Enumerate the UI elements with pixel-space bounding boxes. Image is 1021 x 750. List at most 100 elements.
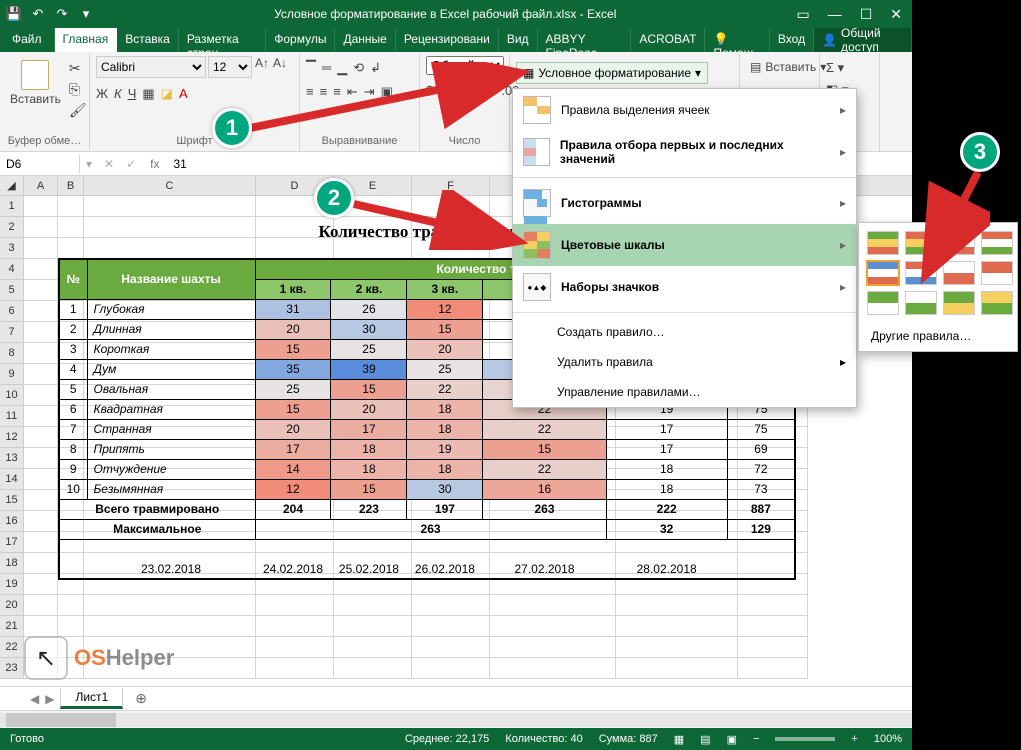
data-cell[interactable]: 22 [483,419,606,439]
data-cell[interactable]: 9 [59,459,87,479]
font-color-icon[interactable]: A [179,86,188,102]
zoom-slider[interactable] [775,737,835,741]
colorscale-option[interactable] [905,231,937,255]
data-cell[interactable]: 12 [255,479,331,499]
row-header[interactable]: 11 [0,406,24,427]
data-cell[interactable]: 17 [331,419,407,439]
data-cell[interactable]: 18 [331,439,407,459]
wrap-icon[interactable]: ↲ [370,60,381,76]
zoom-in-icon[interactable]: + [851,733,857,745]
tab-abbyy[interactable]: ABBYY FineReac [538,28,632,52]
data-cell[interactable]: 18 [331,459,407,479]
tab-home[interactable]: Главная [55,28,118,52]
data-cell[interactable]: 25 [331,339,407,359]
view-normal-icon[interactable]: ▦ [674,733,684,746]
conditional-formatting-button[interactable]: ▦ Условное форматирование ▾ [516,62,708,84]
row-header[interactable]: 10 [0,385,24,406]
autosum-icon[interactable]: Σ ▾ [826,60,873,76]
colorscale-option[interactable] [943,261,975,285]
cf-manage-rules[interactable]: Управление правилами… [513,377,856,407]
row-header[interactable]: 21 [0,616,24,637]
row-header[interactable]: 13 [0,448,24,469]
align-top-icon[interactable]: ▔ [306,60,316,76]
data-cell[interactable]: 6 [59,399,87,419]
data-cell[interactable]: 12 [407,299,483,319]
tab-file[interactable]: Файл [0,28,55,52]
data-cell[interactable]: 18 [407,399,483,419]
colorscale-option[interactable] [943,291,975,315]
colorscale-option[interactable] [905,291,937,315]
font-size-select[interactable]: 12 [208,56,252,78]
data-cell[interactable]: 17 [606,419,727,439]
data-cell[interactable]: 15 [331,479,407,499]
number-format-select[interactable]: Общий [426,56,504,75]
enter-icon[interactable]: ✓ [120,157,142,171]
currency-icon[interactable]: $ [426,83,433,98]
colorscale-option[interactable] [867,231,899,255]
zoom-out-icon[interactable]: − [753,733,759,745]
colorscale-option[interactable] [867,261,899,285]
tab-layout[interactable]: Разметка стран [179,28,266,52]
ribbon-mode-icon[interactable]: ▭ [796,6,809,23]
name-box[interactable]: D6 [0,155,80,173]
colorscale-option[interactable] [981,291,1013,315]
sheet-nav-next-icon[interactable]: ▶ [45,692,54,706]
data-cell[interactable]: 10 [59,479,87,499]
tab-acrobat[interactable]: ACROBAT [631,28,705,52]
data-cell[interactable]: 18 [407,459,483,479]
col-header-F[interactable]: F [412,176,490,195]
row-header[interactable]: 15 [0,490,24,511]
horizontal-scrollbar[interactable] [0,710,912,728]
tab-insert[interactable]: Вставка [117,28,179,52]
data-cell[interactable]: Припять [87,439,255,459]
format-painter-icon[interactable]: 🖌 [69,102,87,119]
cf-top-bottom-rules[interactable]: Правила отбора первых и последних значен… [513,131,856,173]
tab-review[interactable]: Рецензировани [396,28,499,52]
data-cell[interactable]: Безымянная [87,479,255,499]
row-header[interactable]: 9 [0,364,24,385]
fill-color-icon[interactable]: ◪ [161,86,173,102]
data-cell[interactable]: 73 [727,479,795,499]
data-cell[interactable]: 20 [255,319,331,339]
orient-icon[interactable]: ⟲ [353,60,364,76]
insert-cells-button[interactable]: ▤ Вставить ▾ [750,60,809,74]
cf-color-scales[interactable]: Цветовые шкалы▸ [513,224,856,266]
font-name-select[interactable]: Calibri [96,56,206,78]
data-cell[interactable]: 4 [59,359,87,379]
data-cell[interactable]: 15 [331,379,407,399]
data-cell[interactable]: 3 [59,339,87,359]
data-cell[interactable]: 20 [407,339,483,359]
sheet-tab[interactable]: Лист1 [60,688,123,709]
qat-more-icon[interactable]: ▾ [78,6,94,22]
data-cell[interactable]: 30 [407,479,483,499]
tab-formulas[interactable]: Формулы [266,28,335,52]
data-cell[interactable]: 18 [606,479,727,499]
italic-icon[interactable]: К [114,86,122,102]
percent-icon[interactable]: % [439,83,451,98]
row-header[interactable]: 16 [0,511,24,532]
fx-icon[interactable]: fx [142,157,167,171]
data-cell[interactable]: 31 [255,299,331,319]
cancel-icon[interactable]: ✕ [98,157,120,171]
minimize-icon[interactable]: — [828,6,842,23]
new-sheet-icon[interactable]: ⊕ [129,690,153,707]
data-cell[interactable]: Странная [87,419,255,439]
align-left-icon[interactable]: ≡ [306,84,314,100]
zoom-level[interactable]: 100% [874,733,902,745]
cf-new-rule[interactable]: Создать правило… [513,317,856,347]
row-header[interactable]: 17 [0,532,24,553]
data-cell[interactable]: Глубокая [87,299,255,319]
select-all-corner[interactable]: ◢ [0,176,24,195]
tab-help[interactable]: 💡 Помощ [705,28,769,52]
bold-icon[interactable]: Ж [96,86,108,102]
view-page-icon[interactable]: ▤ [700,733,710,746]
data-cell[interactable]: 20 [255,419,331,439]
data-cell[interactable]: 15 [407,319,483,339]
row-header[interactable]: 3 [0,238,24,259]
colorscale-option[interactable] [867,291,899,315]
row-header[interactable]: 8 [0,343,24,364]
cf-clear-rules[interactable]: Удалить правила▸ [513,347,856,377]
data-cell[interactable]: Дум [87,359,255,379]
row-header[interactable]: 2 [0,217,24,238]
cut-icon[interactable]: ✂ [69,60,87,77]
